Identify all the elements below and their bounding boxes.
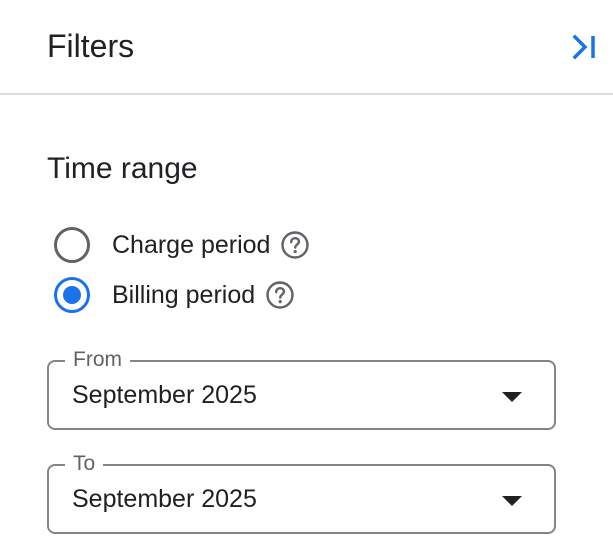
filters-title: Filters (47, 28, 135, 64)
help-icon[interactable] (265, 280, 295, 310)
filters-panel: Filters Time range Charge period Billing… (0, 0, 613, 560)
from-label: From (65, 347, 130, 373)
collapse-panel-icon (572, 34, 595, 60)
radio-option-charge-period[interactable]: Charge period (54, 223, 310, 267)
dropdown-arrow-icon (502, 496, 522, 506)
filters-header: Filters (0, 0, 613, 95)
to-value: September 2025 (72, 485, 257, 513)
time-range-title: Time range (47, 152, 198, 185)
from-value: September 2025 (72, 381, 257, 409)
radio-option-billing-period[interactable]: Billing period (54, 273, 295, 317)
to-select[interactable]: To September 2025 (47, 451, 556, 534)
collapse-panel-button[interactable] (566, 28, 606, 68)
to-label: To (65, 451, 104, 477)
charge-period-radio[interactable] (54, 227, 90, 263)
billing-period-radio[interactable] (54, 277, 90, 313)
billing-period-label[interactable]: Billing period (112, 279, 255, 311)
from-select[interactable]: From September 2025 (47, 347, 556, 430)
dropdown-arrow-icon (502, 392, 522, 402)
charge-period-label[interactable]: Charge period (112, 229, 270, 261)
help-icon[interactable] (280, 230, 310, 260)
